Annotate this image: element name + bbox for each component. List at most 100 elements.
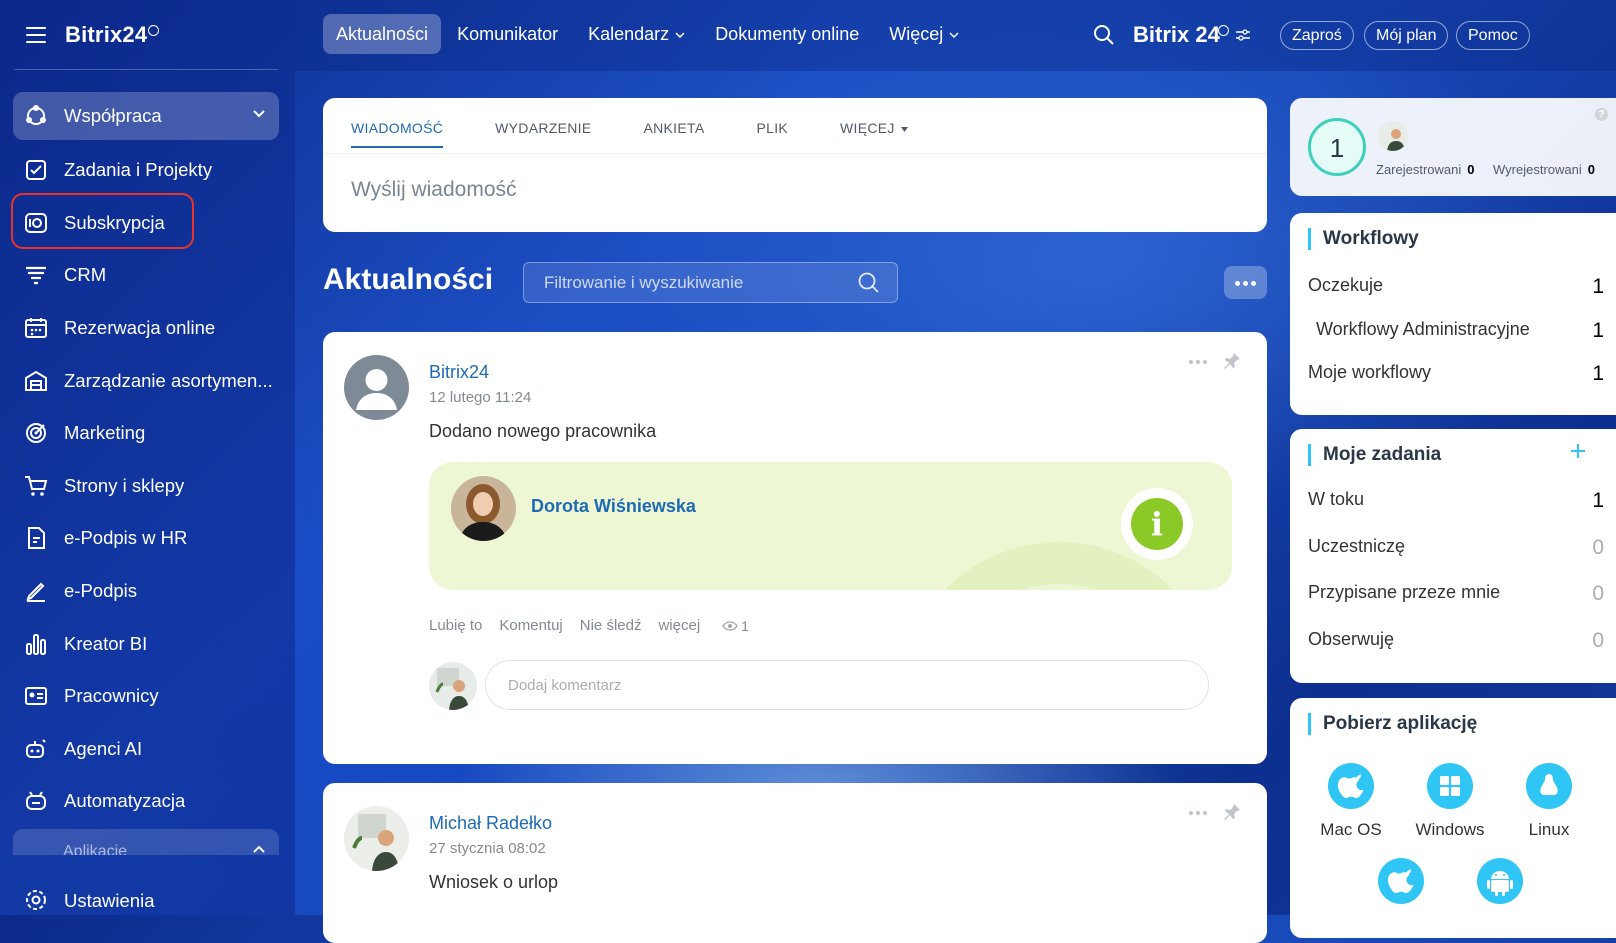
sidebar-item-label: Rezerwacja online [64, 317, 216, 339]
chevron-down-icon [675, 32, 685, 39]
app-windows[interactable]: Windows [1410, 763, 1490, 840]
avatar [1378, 121, 1408, 151]
like-link[interactable]: Lubię to [429, 617, 482, 634]
robot-icon [24, 789, 48, 813]
sidebar-item-tasks[interactable]: Zadania i Projekty [0, 144, 295, 197]
sidebar-item-label: Zarządzanie asortymen... [64, 369, 273, 391]
post-author[interactable]: Michał Radełko [429, 813, 552, 834]
composer-tabs: WIADOMOŚĆ WYDARZENIE ANKIETA PLIK WIĘCEJ [351, 120, 960, 148]
android-icon [1477, 858, 1523, 904]
workflow-row[interactable]: Oczekuje 1 [1308, 275, 1604, 298]
add-task-icon[interactable] [1570, 443, 1586, 459]
tab-documents[interactable]: Dokumenty online [701, 14, 873, 54]
sidebar-item-ai-agents[interactable]: Agenci AI [0, 723, 295, 776]
sidebar-item-crm[interactable]: CRM [0, 249, 295, 302]
employees-icon [24, 684, 48, 708]
tab-event[interactable]: WYDARZENIE [495, 120, 591, 148]
settings-sliders-icon[interactable] [1236, 29, 1250, 41]
tab-file[interactable]: PLIK [756, 120, 788, 148]
help-icon[interactable]: ? [1595, 108, 1608, 121]
sidebar-item-automation[interactable]: Automatyzacja [0, 775, 295, 828]
widget-title[interactable]: Moje zadania [1308, 444, 1441, 466]
unfollow-link[interactable]: Nie śledź [580, 617, 642, 634]
chevron-down-icon [949, 32, 959, 39]
task-row[interactable]: Obserwuję 0 [1308, 629, 1604, 652]
top-bar: Aktualności Komunikator Kalendarz Dokume… [295, 0, 1616, 71]
avatar[interactable] [451, 476, 516, 541]
task-row[interactable]: W toku 1 [1308, 489, 1604, 512]
tab-poll[interactable]: ANKIETA [644, 120, 705, 148]
sidebar-item-sites[interactable]: Strony i sklepy [0, 460, 295, 513]
app-label: Mac OS [1320, 820, 1382, 839]
sidebar-item-label: Ustawienia [64, 890, 155, 911]
message-input[interactable]: Wyślij wiadomość [351, 178, 517, 202]
employee-name[interactable]: Dorota Wiśniewska [531, 496, 696, 517]
download-apps-widget: Pobierz aplikację Mac OS Windows Linux [1290, 698, 1616, 938]
brand-logo[interactable]: Bitrix24 [65, 22, 147, 48]
sidebar-item-inventory[interactable]: Zarządzanie asortymen... [0, 354, 295, 407]
row-value: 0 [1592, 536, 1604, 559]
sidebar-group-apps[interactable]: Aplikacje [13, 829, 279, 855]
my-plan-button[interactable]: Mój plan [1364, 21, 1449, 50]
app-linux[interactable]: Linux [1509, 763, 1589, 840]
widget-title[interactable]: Workflowy [1308, 228, 1419, 250]
more-link[interactable]: więcej [658, 617, 700, 634]
divider [323, 153, 1267, 154]
app-android[interactable] [1460, 858, 1540, 904]
sidebar-item-marketing[interactable]: Marketing [0, 407, 295, 460]
workflow-row[interactable]: Workflowy Administracyjne 1 [1316, 319, 1604, 342]
avatar[interactable] [344, 806, 409, 871]
ai-agent-icon [24, 737, 48, 761]
sidebar-item-label: Pracownicy [64, 685, 159, 707]
avatar[interactable] [344, 355, 409, 420]
sidebar-item-label: Automatyzacja [64, 790, 186, 812]
pin-icon[interactable] [1223, 352, 1241, 370]
sidebar-item-esign-hr[interactable]: e-Podpis w HR [0, 512, 295, 565]
search-icon[interactable] [858, 272, 880, 294]
user-stats-widget: 1 Zarejestrowani 0 Wyrejestrowani 0 ? [1290, 98, 1616, 196]
row-value: 1 [1592, 319, 1604, 342]
post-date[interactable]: 27 stycznia 08:02 [429, 840, 546, 857]
tab-message[interactable]: WIADOMOŚĆ [351, 120, 444, 148]
tab-more[interactable]: Więcej [875, 14, 973, 54]
help-button[interactable]: Pomoc [1456, 21, 1530, 50]
search-icon[interactable] [1093, 24, 1115, 46]
row-label: Workflowy Administracyjne [1316, 319, 1530, 339]
task-row[interactable]: Uczestniczę 0 [1308, 536, 1604, 559]
row-label: Oczekuje [1308, 275, 1384, 295]
sidebar-item-esign[interactable]: e-Podpis [0, 565, 295, 618]
tab-messenger[interactable]: Komunikator [443, 14, 572, 54]
sidebar-item-booking[interactable]: Rezerwacja online [0, 302, 295, 355]
tab-label: Kalendarz [588, 24, 670, 44]
windows-icon [1427, 763, 1473, 809]
online-count-ring[interactable]: 1 [1308, 118, 1366, 176]
invite-button[interactable]: Zaproś [1280, 21, 1354, 50]
apple-icon [1378, 858, 1424, 904]
post-author[interactable]: Bitrix24 [429, 362, 489, 383]
post-date[interactable]: 12 lutego 11:24 [429, 389, 531, 406]
post-text: Wniosek o urlop [429, 872, 559, 892]
pin-icon[interactable] [1223, 803, 1241, 821]
comment-input[interactable]: Dodaj komentarz [485, 660, 1209, 710]
comment-link[interactable]: Komentuj [499, 617, 562, 634]
marketing-target-icon [24, 421, 48, 445]
tab-news[interactable]: Aktualności [323, 14, 442, 54]
portal-logo[interactable]: Bitrix 24 [1133, 22, 1220, 48]
workflow-row[interactable]: Moje workflowy 1 [1308, 362, 1604, 385]
sidebar-item-bi[interactable]: Kreator BI [0, 617, 295, 670]
sidebar-item-label: e-Podpis w HR [64, 527, 188, 549]
task-row[interactable]: Przypisane przeze mnie 0 [1308, 582, 1604, 605]
sidebar-item-employees[interactable]: Pracownicy [0, 670, 295, 723]
filter-search-input[interactable]: Filtrowanie i wyszukiwanie [523, 262, 898, 303]
row-value: 1 [1592, 275, 1604, 298]
sidebar-item-label: Marketing [64, 422, 146, 444]
sidebar-item-settings[interactable]: Ustawienia [0, 880, 295, 920]
row-value: 1 [1592, 362, 1604, 385]
app-macos[interactable]: Mac OS [1311, 763, 1391, 840]
menu-icon[interactable] [26, 27, 46, 43]
app-ios[interactable] [1361, 858, 1441, 904]
sidebar-group-collaboration[interactable]: Współpraca [13, 92, 279, 140]
tab-more[interactable]: WIĘCEJ [840, 120, 908, 148]
tab-calendar[interactable]: Kalendarz [574, 14, 699, 54]
feed-options-button[interactable] [1224, 266, 1267, 299]
